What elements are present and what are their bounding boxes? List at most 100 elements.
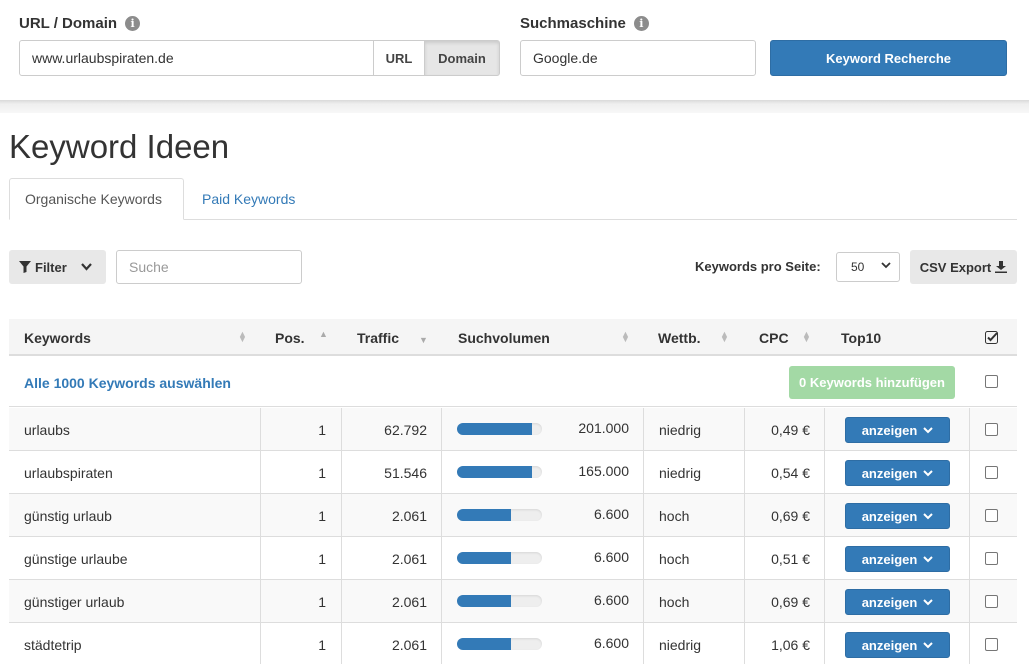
position-cell: 1	[318, 593, 326, 610]
chevron-down-icon	[80, 263, 92, 271]
keywords-per-page-select[interactable]: 50	[836, 252, 900, 282]
search-volume-bar	[457, 552, 542, 564]
row-checkbox[interactable]	[985, 595, 998, 608]
select-all-checkbox[interactable]	[985, 375, 998, 388]
sort-desc-icon[interactable]: ▼	[419, 336, 428, 345]
search-volume-bar	[457, 466, 542, 478]
chevron-down-icon	[923, 512, 934, 519]
search-volume-cell: 6.600	[593, 505, 629, 522]
column-divider	[824, 537, 825, 580]
column-cpc[interactable]: CPC	[759, 319, 789, 356]
column-divider	[824, 408, 825, 451]
column-divider	[441, 537, 442, 580]
search-volume-cell: 6.600	[593, 548, 629, 565]
search-volume-bar	[457, 638, 542, 650]
position-cell: 1	[318, 421, 326, 438]
keyword-cell: günstige urlaube	[24, 550, 128, 567]
cpc-cell: 0,51 €	[771, 550, 810, 567]
row-checkbox[interactable]	[985, 638, 998, 651]
sort-icon[interactable]: ▲ ▼	[802, 330, 811, 344]
column-divider	[441, 623, 442, 664]
traffic-cell: 2.061	[391, 593, 427, 610]
column-top10[interactable]: Top10	[841, 319, 881, 356]
traffic-cell: 51.546	[384, 464, 427, 481]
position-cell: 1	[318, 507, 326, 524]
column-divider	[441, 494, 442, 537]
search-volume-bar-fill	[457, 552, 511, 564]
chevron-down-icon	[923, 641, 934, 648]
download-icon	[995, 261, 1008, 273]
competition-cell: niedrig	[659, 636, 702, 653]
filter-button[interactable]: Filter	[9, 250, 106, 284]
sort-icon[interactable]: ▲ ▼	[621, 330, 630, 344]
search-volume-bar	[457, 509, 542, 521]
keyword-research-button[interactable]: Keyword Recherche	[770, 40, 1007, 76]
competition-cell: niedrig	[659, 464, 702, 481]
csv-export-button[interactable]: CSV Export	[910, 250, 1017, 284]
position-cell: 1	[318, 464, 326, 481]
filter-icon	[19, 261, 31, 273]
search-form-bar: URL / Domain i URL Domain Suchmaschine i…	[0, 0, 1029, 102]
column-divider	[441, 580, 442, 623]
column-keywords[interactable]: Keywords	[24, 319, 91, 356]
cpc-cell: 0,54 €	[771, 464, 810, 481]
checkbox-checked-icon[interactable]	[985, 331, 998, 344]
traffic-cell: 2.061	[391, 550, 427, 567]
domain-mode-button[interactable]: Domain	[424, 40, 500, 76]
sort-asc-icon[interactable]: ▲	[319, 330, 328, 339]
column-divider	[643, 451, 644, 494]
show-top10-button[interactable]: anzeigen	[845, 417, 950, 443]
chevron-down-icon	[923, 555, 934, 562]
competition-cell: niedrig	[659, 421, 702, 438]
search-volume-cell: 201.000	[578, 419, 629, 436]
column-traffic[interactable]: Traffic	[357, 319, 399, 356]
competition-cell: hoch	[659, 593, 690, 610]
url-mode-button[interactable]: URL	[373, 40, 425, 76]
keywords-per-page-label: Keywords pro Seite:	[695, 259, 821, 274]
cpc-cell: 0,49 €	[771, 421, 810, 438]
keyword-cell: günstiger urlaub	[24, 593, 125, 610]
sort-icon[interactable]: ▲ ▼	[238, 330, 247, 344]
search-input[interactable]	[116, 250, 302, 284]
competition-cell: hoch	[659, 550, 690, 567]
show-top10-button[interactable]: anzeigen	[845, 632, 950, 658]
row-checkbox[interactable]	[985, 552, 998, 565]
sort-icon[interactable]: ▲ ▼	[720, 330, 729, 344]
show-top10-button[interactable]: anzeigen	[845, 546, 950, 572]
search-volume-bar-fill	[457, 466, 532, 478]
select-all-keywords-link[interactable]: Alle 1000 Keywords auswählen	[24, 375, 231, 391]
tab-organic-keywords[interactable]: Organische Keywords	[9, 178, 184, 220]
search-volume-cell: 6.600	[593, 634, 629, 651]
search-volume-bar	[457, 423, 542, 435]
info-icon[interactable]: i	[633, 16, 649, 31]
column-competition[interactable]: Wettb.	[658, 319, 701, 356]
search-volume-bar	[457, 595, 542, 607]
traffic-cell: 2.061	[391, 507, 427, 524]
column-divider	[824, 623, 825, 664]
column-divider	[969, 580, 970, 623]
row-checkbox[interactable]	[985, 466, 998, 479]
column-search-volume[interactable]: Suchvolumen	[458, 319, 550, 356]
search-volume-cell: 6.600	[593, 591, 629, 608]
show-top10-button[interactable]: anzeigen	[845, 460, 950, 486]
column-divider	[969, 408, 970, 451]
add-keywords-button[interactable]: 0 Keywords hinzufügen	[789, 366, 955, 399]
column-divider	[969, 537, 970, 580]
position-cell: 1	[318, 550, 326, 567]
column-divider	[969, 494, 970, 537]
tab-paid-keywords[interactable]: Paid Keywords	[187, 178, 310, 220]
cpc-cell: 1,06 €	[771, 636, 810, 653]
column-divider	[441, 408, 442, 451]
row-checkbox[interactable]	[985, 509, 998, 522]
info-icon[interactable]: i	[125, 16, 141, 31]
row-checkbox[interactable]	[985, 423, 998, 436]
page-title: Keyword Ideen	[9, 128, 230, 165]
url-input[interactable]	[19, 40, 374, 76]
column-position[interactable]: Pos.	[275, 319, 305, 356]
search-engine-input[interactable]	[520, 40, 756, 76]
table-row: günstiger urlaub 1 2.061 6.600 hoch 0,69…	[9, 580, 1017, 623]
show-top10-button[interactable]: anzeigen	[845, 589, 950, 615]
show-top10-button[interactable]: anzeigen	[845, 503, 950, 529]
chevron-down-icon	[923, 426, 934, 433]
cpc-cell: 0,69 €	[771, 593, 810, 610]
